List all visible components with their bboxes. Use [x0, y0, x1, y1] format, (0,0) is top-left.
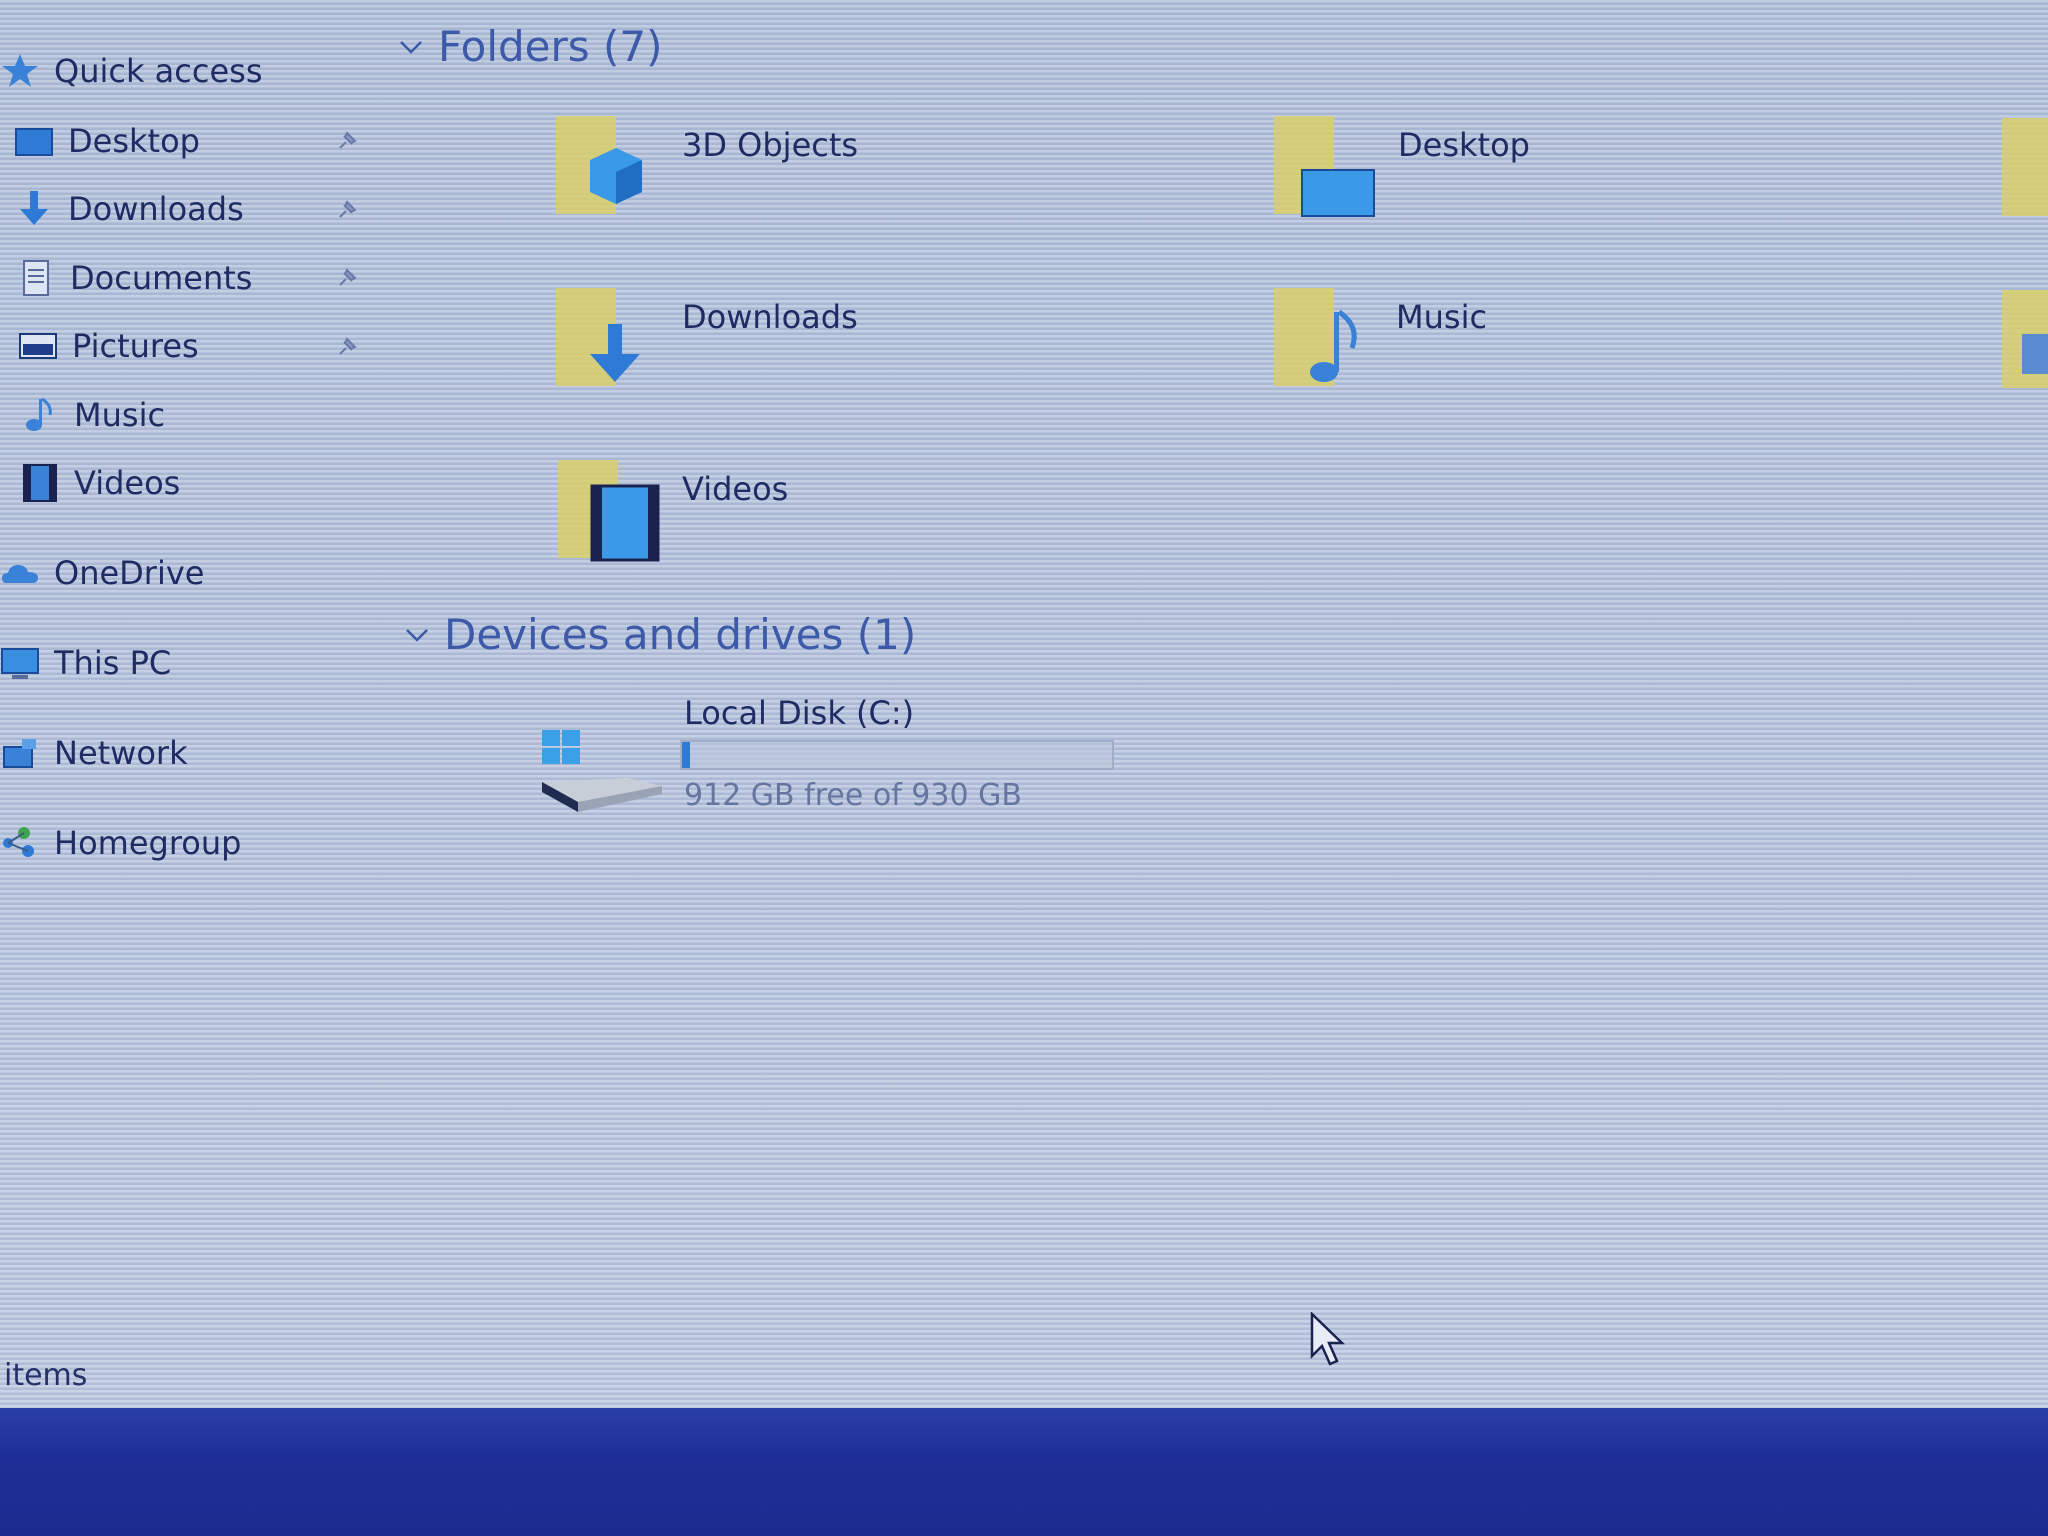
nav-quick-access[interactable]: Quick access [0, 46, 262, 96]
nav-item-label: Downloads [68, 190, 244, 228]
drive-usage-bar [680, 740, 1114, 770]
status-item-count: items [4, 1358, 88, 1393]
folder-label: Videos [682, 470, 789, 508]
onedrive-icon [2, 565, 38, 583]
star-icon [2, 54, 38, 87]
nav-homegroup[interactable]: Homegroup [0, 818, 241, 868]
folder-label: Music [1396, 298, 1488, 336]
devices-group-header[interactable]: Devices and drives (1) [404, 610, 916, 659]
music-icon [26, 397, 52, 431]
devices-group-title: Devices and drives (1) [444, 610, 917, 659]
nav-item-label: Music [74, 396, 166, 434]
documents-icon [23, 260, 49, 296]
music-folder-icon [1274, 288, 1357, 386]
drive-free-space: 912 GB free of 930 GB [684, 778, 1022, 813]
pin-icon[interactable] [336, 336, 358, 358]
nav-item-label: Videos [74, 464, 181, 502]
nav-item-downloads[interactable]: Downloads [14, 184, 244, 234]
pin-icon[interactable] [336, 267, 358, 289]
downloads-icon [20, 191, 48, 225]
nav-item-videos[interactable]: Videos [20, 458, 180, 508]
downloads-folder-icon [556, 288, 640, 386]
chevron-down-icon [406, 628, 428, 642]
pin-icon[interactable] [336, 130, 358, 152]
nav-item-desktop[interactable]: Desktop [14, 116, 200, 166]
this-pc-icon [1, 648, 39, 679]
homegroup-icon [3, 827, 34, 857]
nav-onedrive-label: OneDrive [54, 554, 205, 592]
nav-item-label: Desktop [68, 122, 200, 160]
nav-this-pc-label: This PC [54, 644, 172, 682]
desktop-folder-icon [1274, 116, 1375, 217]
nav-item-pictures[interactable]: Pictures [18, 321, 199, 371]
nav-network[interactable]: Network [0, 728, 188, 778]
folder-label: Desktop [1398, 126, 1530, 164]
pin-icon[interactable] [336, 199, 358, 221]
nav-quick-access-label: Quick access [54, 52, 263, 90]
folders-group-header[interactable]: Folders (7) [398, 22, 663, 71]
drive-label: Local Disk (C:) [684, 694, 915, 732]
mouse-cursor-icon [1310, 1312, 1346, 1366]
desktop-icon [15, 128, 53, 156]
nav-item-documents[interactable]: Documents [16, 253, 252, 303]
chevron-down-icon [400, 40, 422, 54]
nav-homegroup-label: Homegroup [54, 824, 242, 862]
folders-group-title: Folders (7) [438, 22, 663, 71]
nav-item-label: Documents [70, 259, 253, 297]
nav-this-pc[interactable]: This PC [0, 638, 171, 688]
nav-item-label: Pictures [72, 327, 199, 365]
drive-usage-fill [682, 742, 691, 768]
folder-label: Downloads [682, 298, 858, 336]
folder-icon[interactable] [1996, 112, 2048, 222]
folder-label: 3D Objects [682, 126, 859, 164]
navigation-pane: Quick access Desktop Downloads Documents… [0, 0, 380, 1400]
folder-icon[interactable] [1996, 284, 2048, 394]
nav-network-label: Network [54, 734, 188, 772]
videos-icon [23, 464, 57, 502]
pictures-icon [19, 333, 57, 359]
taskbar[interactable] [0, 1408, 2048, 1536]
nav-onedrive[interactable]: OneDrive [0, 548, 204, 598]
explorer-window: Quick access Desktop Downloads Documents… [0, 0, 2048, 1408]
hard-drive-icon [542, 730, 662, 812]
videos-folder-icon [558, 460, 660, 562]
3d-objects-icon [556, 116, 642, 214]
network-icon [3, 739, 36, 768]
nav-item-music[interactable]: Music [20, 390, 165, 440]
